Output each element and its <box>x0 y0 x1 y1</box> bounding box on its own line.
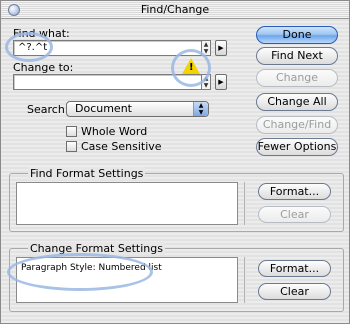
title-bar[interactable]: Find/Change <box>1 1 349 19</box>
warning-exclamation: ! <box>189 62 194 73</box>
change-to-label: Change to: <box>13 61 74 74</box>
up-down-arrows-icon: ▲ ▼ <box>193 102 208 116</box>
find-format-summary <box>16 182 238 225</box>
find-what-label: Find what: <box>13 27 70 40</box>
done-button[interactable]: Done <box>256 26 338 44</box>
change-find-button[interactable]: Change/Find <box>256 116 338 134</box>
change-format-divider <box>244 257 246 303</box>
find-history-spinner[interactable]: ▲ ▼ <box>201 40 211 56</box>
find-format-divider <box>244 182 246 225</box>
change-format-clear-button[interactable]: Clear <box>258 283 331 300</box>
whole-word-checkbox[interactable] <box>66 126 77 137</box>
find-special-chars-button[interactable]: ▶ <box>215 40 227 56</box>
change-to-input[interactable] <box>13 74 202 90</box>
search-scope-value: Document <box>75 102 132 115</box>
search-scope-select[interactable]: Document ▲ ▼ <box>66 101 209 117</box>
change-format-button[interactable]: Format... <box>258 260 331 277</box>
change-format-summary: Paragraph Style: Numbered list <box>16 257 238 303</box>
fewer-options-button[interactable]: Fewer Options <box>256 138 338 156</box>
find-format-button[interactable]: Format... <box>258 183 331 200</box>
change-button[interactable]: Change <box>256 69 338 87</box>
case-sensitive-label: Case Sensitive <box>81 140 162 153</box>
find-format-title: Find Format Settings <box>28 167 146 180</box>
change-special-chars-button[interactable]: ▶ <box>215 74 227 90</box>
find-what-input[interactable]: ^?.^t <box>13 40 202 56</box>
window-title: Find/Change <box>140 3 210 16</box>
whole-word-label: Whole Word <box>81 125 148 138</box>
case-sensitive-checkbox[interactable] <box>66 141 77 152</box>
find-format-clear-button[interactable]: Clear <box>258 206 331 223</box>
find-change-window: Find/Change Find what: ^?.^t ▲ ▼ ▶ Change… <box>0 0 350 324</box>
change-format-title: Change Format Settings <box>28 242 165 255</box>
search-label: Search: <box>27 103 69 116</box>
find-next-button[interactable]: Find Next <box>256 47 338 65</box>
change-all-button[interactable]: Change All <box>256 93 338 111</box>
change-history-spinner[interactable]: ▲ ▼ <box>201 74 211 90</box>
